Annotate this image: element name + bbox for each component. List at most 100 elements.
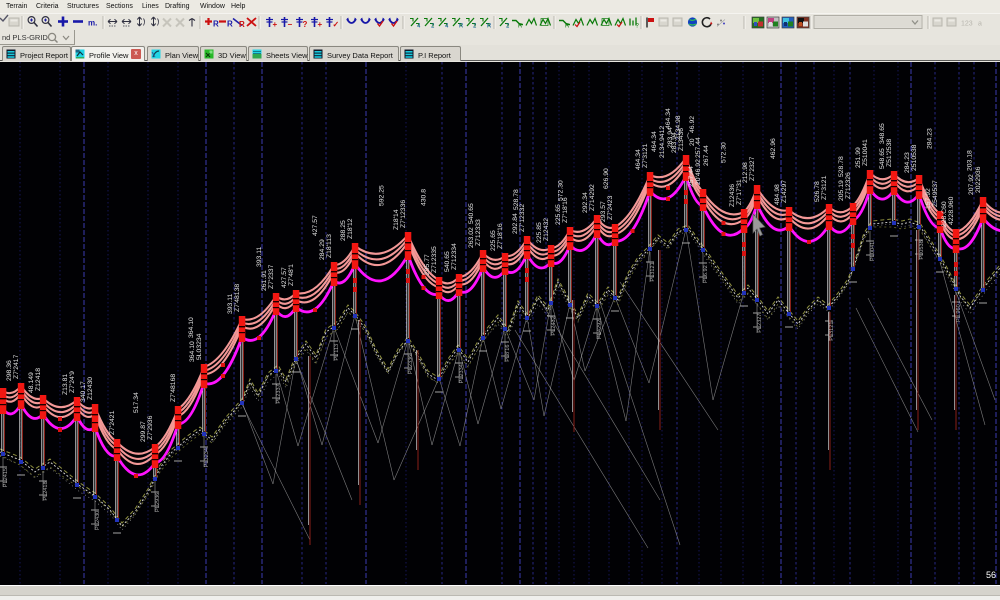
svg-text:464.34: 464.34	[635, 149, 642, 170]
svg-text:2: 2	[473, 24, 477, 30]
svg-text:295.77: 295.77	[424, 254, 431, 275]
svg-text:PL4292: PL4292	[597, 320, 603, 339]
svg-text:R: R	[518, 24, 523, 30]
svg-text:Z7'48'1: Z7'48'1	[288, 264, 295, 286]
svg-text:203.18: 203.18	[967, 150, 974, 171]
svg-text:263.02: 263.02	[468, 227, 475, 248]
svg-text:4: 4	[445, 24, 449, 30]
svg-text:Z7'2423: Z7'2423	[607, 195, 614, 220]
svg-text:Z7'2417: Z7'2417	[13, 354, 20, 379]
svg-text:PL2418: PL2418	[43, 481, 49, 500]
svg-text:257.44: 257.44	[688, 166, 695, 187]
svg-text:4: 4	[417, 24, 421, 30]
svg-text:a: a	[978, 21, 982, 28]
svg-text:Z18'12: Z18'12	[347, 218, 354, 239]
svg-text:+: +	[318, 20, 323, 29]
svg-text:Z712334: Z712334	[451, 243, 458, 270]
svg-text:PL6.92: PL6.92	[703, 265, 709, 283]
svg-text:393.11: 393.11	[256, 246, 263, 267]
svg-text:292.84: 292.84	[512, 213, 519, 234]
svg-text:267.44: 267.44	[703, 145, 710, 166]
svg-text:Z12430: Z12430	[87, 377, 94, 400]
svg-text:364.10: 364.10	[188, 317, 195, 338]
svg-text:Z13.81: Z13.81	[62, 374, 69, 395]
svg-text:R: R	[565, 24, 570, 30]
svg-text:293.57: 293.57	[600, 201, 607, 222]
svg-text:PL0041: PL0041	[870, 242, 876, 261]
svg-text:PL2327: PL2327	[757, 314, 763, 333]
svg-text:Z7'18'16: Z7'18'16	[497, 223, 504, 249]
svg-text:540.65: 540.65	[444, 251, 451, 272]
svg-text:427.57: 427.57	[281, 267, 288, 288]
svg-text:251.99: 251.99	[855, 147, 862, 168]
svg-text:464.34: 464.34	[651, 131, 658, 152]
svg-text:Z7'2936: Z7'2936	[147, 415, 154, 440]
svg-text:225.65: 225.65	[490, 230, 497, 251]
svg-text:364.10: 364.10	[189, 341, 196, 362]
svg-text:20'46.92: 20'46.92	[695, 159, 702, 185]
svg-text:PL'113: PL'113	[334, 344, 340, 361]
svg-text:Z7'2415: Z7'2415	[0, 359, 2, 384]
svg-text:Z7'12336: Z7'12336	[400, 200, 407, 228]
svg-text:Z18'113: Z18'113	[326, 234, 333, 258]
svg-text:228.C60: 228.C60	[941, 201, 948, 227]
svg-text:Z7'12332: Z7'12332	[519, 204, 526, 232]
svg-text:288.25: 288.25	[340, 220, 347, 241]
svg-text:205.19: 205.19	[838, 180, 845, 201]
svg-text:528.78: 528.78	[513, 189, 520, 210]
svg-text:Z7'48138: Z7'48138	[234, 284, 241, 312]
svg-text:PL3121: PL3121	[829, 322, 835, 341]
svg-text:PL8'16: PL8'16	[505, 345, 511, 362]
svg-text:?: ?	[636, 24, 640, 30]
svg-text:PL2336: PL2336	[408, 355, 414, 374]
svg-text:m.: m.	[88, 19, 97, 28]
svg-text:283.94: 283.94	[667, 127, 674, 148]
svg-text:284.29: 284.29	[319, 239, 326, 260]
svg-text:207.92: 207.92	[968, 174, 975, 195]
svg-text:Z510041: Z510041	[862, 139, 869, 166]
svg-text:526.78: 526.78	[814, 181, 821, 202]
svg-text:2510538: 2510538	[911, 144, 918, 171]
svg-text:Z712333: Z712333	[475, 219, 482, 246]
svg-text:340.17: 340.17	[80, 381, 87, 402]
svg-text:462.96: 462.96	[770, 138, 777, 159]
svg-text:348.65: 348.65	[879, 123, 886, 144]
svg-text:Z12418: Z12418	[35, 368, 42, 391]
svg-text:Z18'14: Z18'14	[393, 209, 400, 230]
svg-text:427.57: 427.57	[312, 215, 319, 236]
svg-text:Z7'2327: Z7'2327	[749, 156, 756, 181]
svg-text:PL2337: PL2337	[276, 384, 282, 403]
svg-text:Z7'24'9: Z7'24'9	[69, 371, 76, 393]
svg-text:Z714292: Z714292	[589, 184, 596, 211]
svg-text:PL2936: PL2936	[155, 493, 161, 512]
svg-text:626.90: 626.90	[603, 168, 610, 189]
svg-text:PL.960: PL.960	[956, 304, 962, 322]
svg-text:PL2334: PL2334	[459, 364, 465, 383]
svg-text:Z7'2421: Z7'2421	[109, 410, 116, 435]
svg-text:PL2430: PL2430	[95, 511, 101, 530]
svg-text:?: ?	[303, 20, 308, 29]
svg-text:Z12432: Z12432	[543, 218, 550, 241]
svg-text:+: +	[273, 20, 278, 29]
svg-text:298.36: 298.36	[6, 360, 13, 381]
svg-text:Z7'3121: Z7'3121	[821, 175, 828, 200]
svg-text:430.8: 430.8	[421, 189, 428, 206]
svg-text:540.65: 540.65	[468, 203, 475, 224]
svg-text:212.98: 212.98	[742, 162, 749, 183]
svg-text:48.149: 48.149	[28, 372, 35, 393]
svg-text:R: R	[213, 20, 219, 29]
svg-text:225.65: 225.65	[555, 204, 562, 225]
svg-text:Z14297: Z14297	[781, 180, 788, 203]
svg-text:Z549537: Z549537	[932, 180, 939, 207]
svg-text:517.34: 517.34	[133, 392, 140, 413]
svg-text:R: R	[487, 24, 492, 30]
svg-text:2: 2	[431, 24, 435, 30]
svg-text:4228.960: 4228.960	[948, 196, 955, 225]
svg-text:Z712335: Z712335	[431, 246, 438, 273]
svg-text:PL3234: PL3234	[204, 448, 210, 467]
svg-text:Z7'2337: Z7'2337	[268, 264, 275, 289]
svg-text:Z712326: Z712326	[845, 172, 852, 199]
svg-text:PL2415: PL2415	[3, 468, 9, 487]
svg-text:2: 2	[506, 24, 510, 30]
svg-text:2134.9412: 2134.9412	[659, 126, 666, 158]
